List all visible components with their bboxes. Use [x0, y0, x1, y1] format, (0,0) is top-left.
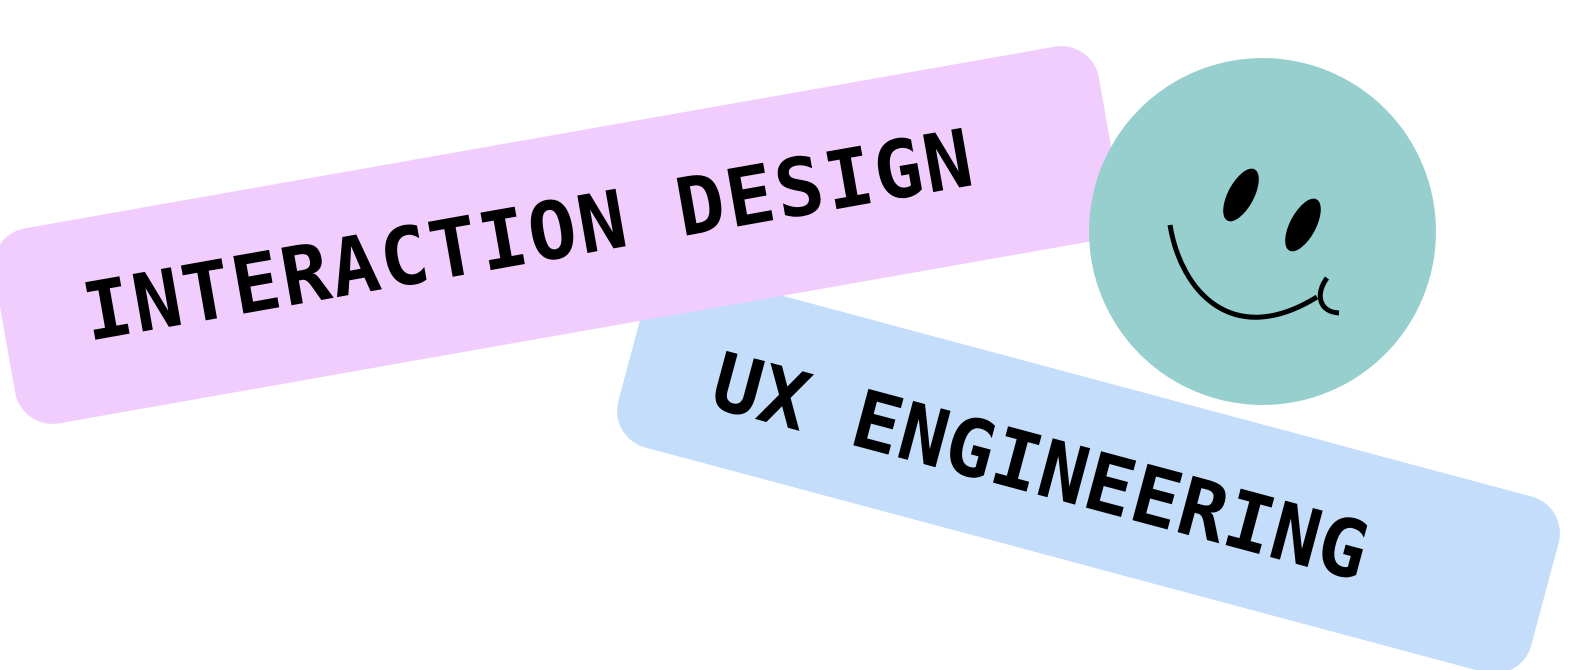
- sticker-composition: UX ENGINEERING INTERACTION DESIGN: [0, 0, 1574, 670]
- smiley-face-icon: [1089, 58, 1436, 405]
- smiley-face-circle: [1089, 58, 1436, 405]
